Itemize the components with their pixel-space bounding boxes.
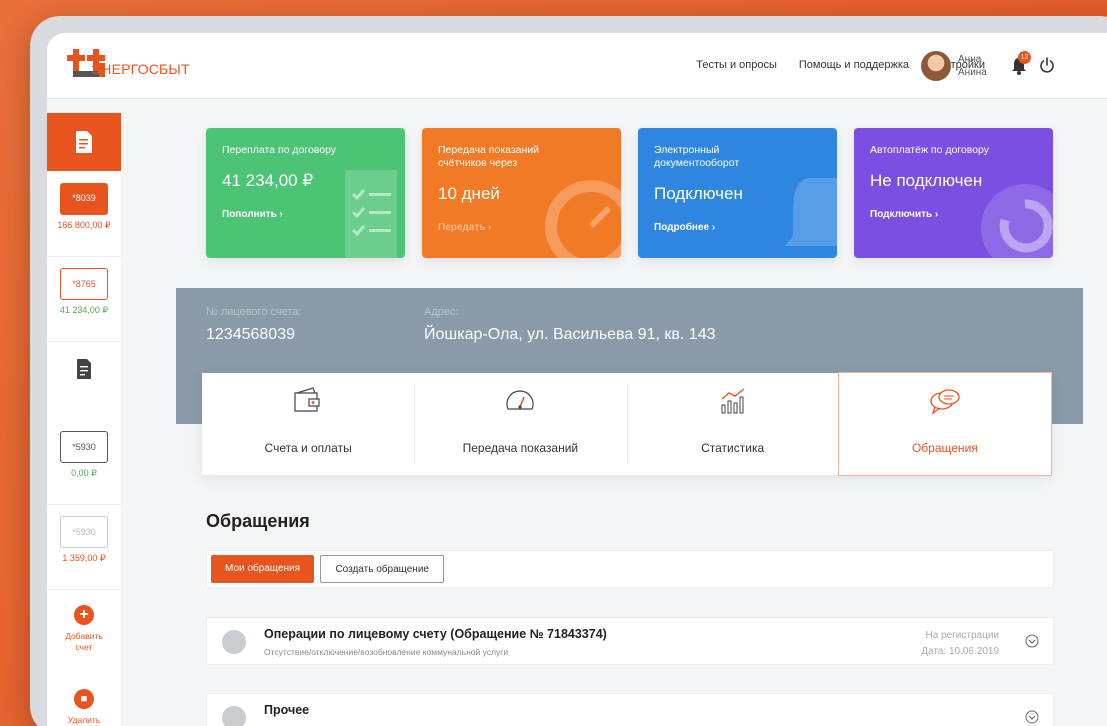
nav-help[interactable]: Помощь и поддержка <box>799 59 909 71</box>
tab-requests[interactable]: Обращения <box>837 372 1052 476</box>
request-item[interactable]: Операции по лицевому счету (Обращение № … <box>206 617 1054 665</box>
document-icon <box>77 359 91 379</box>
account-amount: 1 359,00 ₽ <box>62 553 106 563</box>
coins-icon <box>222 706 246 726</box>
header: ЭНЕРГОСБЫТ Тесты и опросы Помощь и подде… <box>47 33 1107 99</box>
create-request-button[interactable]: Создать обращение <box>320 555 444 583</box>
account-item[interactable]: *8039 166 800,00 ₽ <box>47 183 121 257</box>
account-number-value: 1234568039 <box>206 326 295 343</box>
tab-label: Передача показаний <box>462 441 579 455</box>
sidebar-document-item[interactable] <box>47 358 121 380</box>
logo-text: ЭНЕРГОСБЫТ <box>91 61 190 77</box>
account-number: *5930 <box>60 516 108 548</box>
account-number: *5930 <box>60 431 108 463</box>
tab-label: Статистика <box>701 441 765 455</box>
sidebar-documents-active[interactable] <box>47 113 121 171</box>
tab-label: Счета и оплаты <box>264 441 352 455</box>
device-frame: ЭНЕРГОСБЫТ Тесты и опросы Помощь и подде… <box>30 16 1107 726</box>
page-title: Обращения <box>206 511 310 531</box>
gauge-icon <box>506 390 534 410</box>
coins-icon <box>222 630 246 654</box>
document-icon <box>76 131 92 153</box>
add-account-button[interactable]: + Добавить счет <box>47 605 121 653</box>
chevron-down-icon[interactable] <box>1025 710 1039 724</box>
chat-icon <box>930 389 960 415</box>
card-title: Автоплатёж по договору <box>870 144 990 156</box>
account-item[interactable]: *5930 0,00 ₽ <box>47 431 121 505</box>
card-autopay: Автоплатёж по договору Не подключен Подк… <box>854 128 1053 258</box>
user-last-name: Анина <box>958 67 987 78</box>
power-icon[interactable] <box>1039 57 1055 73</box>
plus-icon: + <box>74 605 94 625</box>
wallet-icon <box>294 387 320 412</box>
card-title: Переплата по договору <box>222 144 337 156</box>
card-overpayment: Переплата по договору 41 234,00 ₽ Пополн… <box>206 128 405 258</box>
tab-statistics[interactable]: Статистика <box>626 373 839 475</box>
sidebar: *8039 166 800,00 ₽ *8765 41 234,00 ₽ *59… <box>47 113 121 726</box>
user-name[interactable]: Анна Анина <box>958 53 987 79</box>
card-meter-reading: Передача показаний счётчиков через 10 дн… <box>422 128 621 258</box>
card-title: Электронный документооборот <box>654 144 740 169</box>
request-status-block: На регистрации Дата: 10.06.2019 <box>921 628 999 660</box>
avatar[interactable] <box>921 51 951 81</box>
user-first-name: Анна <box>958 54 982 65</box>
account-amount: 166 800,00 ₽ <box>57 220 111 230</box>
delete-account-label: Удалить <box>67 715 101 725</box>
request-subtitle: Отсутствие/отключение/возобновление комм… <box>264 647 509 657</box>
chevron-down-icon[interactable] <box>1025 634 1039 648</box>
address-label: Адрес: <box>424 306 459 318</box>
address-value: Йошкар-Ола, ул. Васильева 91, кв. 143 <box>424 326 716 343</box>
request-date: Дата: 10.06.2019 <box>921 646 999 657</box>
card-title: Передача показаний счётчиков через <box>438 144 540 169</box>
tab-readings[interactable]: Передача показаний <box>414 373 626 475</box>
tab-label: Обращения <box>911 441 978 455</box>
trash-icon: ■ <box>74 689 94 709</box>
account-amount: 41 234,00 ₽ <box>59 305 109 315</box>
requests-subtabs: Мои обращения Создать обращение <box>206 550 1054 588</box>
stopwatch-icon <box>545 180 621 258</box>
account-item[interactable]: *8765 41 234,00 ₽ <box>47 268 121 342</box>
refresh-icon <box>981 184 1053 258</box>
tab-bills[interactable]: Счета и оплаты <box>202 373 414 475</box>
add-account-label: Добавить счет <box>65 631 103 652</box>
request-item[interactable]: Прочее <box>206 693 1054 726</box>
notification-badge: 12 <box>1018 51 1031 64</box>
request-title: Операции по лицевому счету (Обращение № … <box>264 627 607 641</box>
app-screen: ЭНЕРГОСБЫТ Тесты и опросы Помощь и подде… <box>47 33 1107 726</box>
delete-account-button[interactable]: ■ Удалить <box>47 689 121 726</box>
receipt-icon <box>345 170 397 258</box>
account-amount: 0,00 ₽ <box>71 468 97 478</box>
card-edo: Электронный документооборот Подключен По… <box>638 128 837 258</box>
account-number-label: № лицевого счета: <box>206 306 302 318</box>
service-tabs: Счета и оплаты Передача показаний Статис… <box>202 372 1052 476</box>
request-status: На регистрации <box>925 630 999 641</box>
request-title: Прочее <box>264 703 310 717</box>
account-number: *8765 <box>60 268 108 300</box>
bell-icon <box>785 178 837 246</box>
chart-icon <box>721 388 745 414</box>
account-number: *8039 <box>60 183 108 215</box>
nav-tests[interactable]: Тесты и опросы <box>696 59 777 71</box>
tab-my-requests[interactable]: Мои обращения <box>211 555 314 583</box>
account-item[interactable]: *5930 1 359,00 ₽ <box>47 516 121 590</box>
